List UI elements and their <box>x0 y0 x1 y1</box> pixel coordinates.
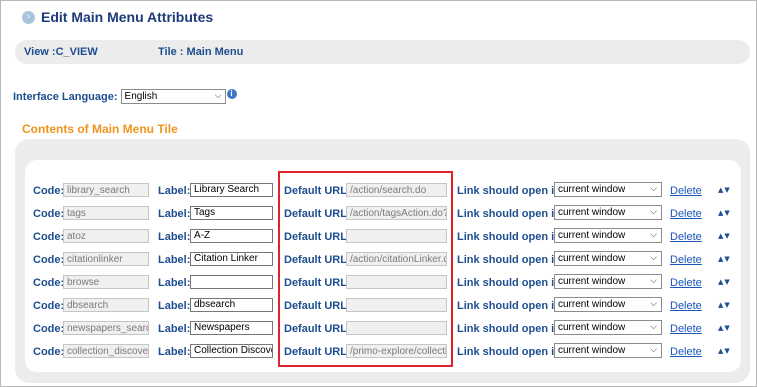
open-in-label: Link should open in: <box>457 208 565 220</box>
open-in-value: current window <box>558 230 626 241</box>
label-label: Label: <box>158 208 191 220</box>
open-in-select[interactable]: current window ⌵ <box>554 343 662 358</box>
move-arrows-icon[interactable]: ▲▼ <box>718 255 731 263</box>
open-in-select[interactable]: current window ⌵ <box>554 274 662 289</box>
chevron-down-icon: ⌵ <box>650 345 657 355</box>
chevron-down-icon: ⌵ <box>650 184 657 194</box>
move-arrows-icon[interactable]: ▲▼ <box>718 301 731 309</box>
code-field: dbsearch <box>63 298 149 312</box>
code-field: atoz <box>63 229 149 243</box>
open-in-select[interactable]: current window ⌵ <box>554 297 662 312</box>
delete-link[interactable]: Delete <box>670 300 702 312</box>
delete-link[interactable]: Delete <box>670 346 702 358</box>
open-in-label: Link should open in: <box>457 346 565 358</box>
label-input[interactable] <box>190 275 273 289</box>
info-band: View :C_VIEW Tile : Main Menu <box>15 40 750 64</box>
move-arrows-icon[interactable]: ▲▼ <box>718 232 731 240</box>
label-input[interactable]: Library Search <box>190 183 273 197</box>
code-field: tags <box>63 206 149 220</box>
chevron-down-icon: ⌵ <box>650 230 657 240</box>
section-title: Contents of Main Menu Tile <box>22 122 178 136</box>
label-label: Label: <box>158 277 191 289</box>
open-in-value: current window <box>558 253 626 264</box>
delete-link[interactable]: Delete <box>670 208 702 220</box>
chevron-down-icon: ⌵ <box>650 207 657 217</box>
label-input[interactable]: Tags <box>190 206 273 220</box>
open-in-select[interactable]: current window ⌵ <box>554 320 662 335</box>
label-label: Label: <box>158 346 191 358</box>
label-input[interactable]: Collection Discovery <box>190 344 273 358</box>
open-in-value: current window <box>558 322 626 333</box>
move-arrows-icon[interactable]: ▲▼ <box>718 324 731 332</box>
move-arrows-icon[interactable]: ▲▼ <box>718 209 731 217</box>
page-title: Edit Main Menu Attributes <box>41 9 214 25</box>
tile-info: Tile : Main Menu <box>158 46 244 58</box>
page-header: › Edit Main Menu Attributes <box>22 8 213 26</box>
open-in-value: current window <box>558 299 626 310</box>
open-in-value: current window <box>558 184 626 195</box>
label-input[interactable]: A-Z <box>190 229 273 243</box>
interface-language-value: English <box>124 91 158 102</box>
move-arrows-icon[interactable]: ▲▼ <box>718 186 731 194</box>
chevron-down-icon: ⌵ <box>650 253 657 263</box>
interface-language-select[interactable]: English ⌵ <box>120 89 226 104</box>
open-in-value: current window <box>558 345 626 356</box>
chevron-down-icon: ⌵ <box>650 299 657 309</box>
open-in-select[interactable]: current window ⌵ <box>554 205 662 220</box>
open-in-label: Link should open in: <box>457 323 565 335</box>
code-field: collection_discovery <box>63 344 149 358</box>
code-label: Code: <box>33 185 65 197</box>
interface-language-row: Interface Language: English ⌵ i <box>13 88 237 104</box>
open-in-label: Link should open in: <box>457 231 565 243</box>
view-info: View :C_VIEW <box>24 46 98 58</box>
delete-link[interactable]: Delete <box>670 323 702 335</box>
open-in-value: current window <box>558 276 626 287</box>
code-label: Code: <box>33 231 65 243</box>
label-label: Label: <box>158 323 191 335</box>
open-in-label: Link should open in: <box>457 185 565 197</box>
code-label: Code: <box>33 323 65 335</box>
label-input[interactable]: Citation Linker <box>190 252 273 266</box>
chevron-down-icon: ⌵ <box>214 91 222 101</box>
code-label: Code: <box>33 346 65 358</box>
chevron-down-icon: ⌵ <box>650 276 657 286</box>
label-label: Label: <box>158 254 191 266</box>
delete-link[interactable]: Delete <box>670 254 702 266</box>
code-field: browse <box>63 275 149 289</box>
label-input[interactable]: dbsearch <box>190 298 273 312</box>
open-in-label: Link should open in: <box>457 254 565 266</box>
code-label: Code: <box>33 277 65 289</box>
open-in-label: Link should open in: <box>457 277 565 289</box>
code-field: newspapers_search <box>63 321 149 335</box>
open-in-label: Link should open in: <box>457 300 565 312</box>
open-in-select[interactable]: current window ⌵ <box>554 228 662 243</box>
code-label: Code: <box>33 254 65 266</box>
delete-link[interactable]: Delete <box>670 277 702 289</box>
info-icon[interactable]: i <box>226 88 237 99</box>
code-field: library_search <box>63 183 149 197</box>
open-in-select[interactable]: current window ⌵ <box>554 251 662 266</box>
open-in-value: current window <box>558 207 626 218</box>
code-label: Code: <box>33 208 65 220</box>
move-arrows-icon[interactable]: ▲▼ <box>718 347 731 355</box>
chevron-right-circle-icon: › <box>22 10 35 24</box>
label-input[interactable]: Newspapers <box>190 321 273 335</box>
label-label: Label: <box>158 185 191 197</box>
delete-link[interactable]: Delete <box>670 231 702 243</box>
default-url-highlight <box>278 171 453 367</box>
chevron-down-icon: ⌵ <box>650 322 657 332</box>
label-label: Label: <box>158 300 191 312</box>
code-label: Code: <box>33 300 65 312</box>
open-in-select[interactable]: current window ⌵ <box>554 182 662 197</box>
label-label: Label: <box>158 231 191 243</box>
move-arrows-icon[interactable]: ▲▼ <box>718 278 731 286</box>
interface-language-label: Interface Language: <box>13 90 118 103</box>
code-field: citationlinker <box>63 252 149 266</box>
delete-link[interactable]: Delete <box>670 185 702 197</box>
